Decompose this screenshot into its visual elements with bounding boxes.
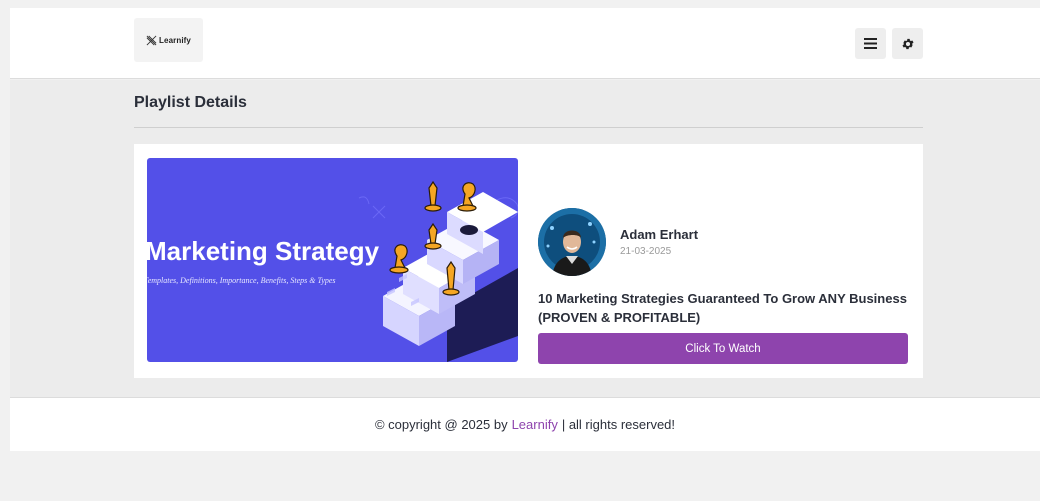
page-title: Playlist Details	[134, 94, 247, 111]
thumbnail-title: Marketing Strategy	[147, 236, 380, 266]
logo[interactable]: Learnify	[134, 18, 203, 62]
site-header: Learnify	[10, 8, 1040, 79]
author-portrait	[538, 208, 606, 276]
title-divider	[134, 127, 923, 128]
video-title: 10 Marketing Strategies Guaranteed To Gr…	[538, 291, 907, 325]
logo-text: Learnify	[159, 35, 191, 45]
thumbnail-subtitle: Templates, Definitions, Importance, Bene…	[147, 276, 336, 285]
copyright-prefix: © copyright @ 2025 by	[374, 417, 508, 432]
playlist-thumbnail[interactable]: Marketing Strategy Templates, Definition…	[147, 158, 518, 362]
playlist-card: Marketing Strategy Templates, Definition…	[134, 144, 923, 378]
copyright-suffix: | all rights reserved!	[561, 417, 676, 432]
site-footer: © copyright @ 2025 by Learnify | all rig…	[10, 397, 1040, 451]
bottom-strip	[10, 451, 1040, 501]
top-strip	[0, 0, 1040, 8]
avatar[interactable]	[538, 208, 606, 276]
watch-button[interactable]: Click To Watch	[538, 333, 908, 364]
settings-button[interactable]	[892, 28, 923, 59]
footer-brand-link[interactable]: Learnify	[512, 417, 558, 432]
gear-icon	[901, 38, 914, 49]
main-content: Playlist Details Marketing Strategy Temp…	[10, 80, 1040, 397]
logo-icon	[146, 35, 157, 45]
playlist-date: 21-03-2025	[620, 246, 672, 257]
hamburger-icon	[864, 38, 877, 49]
author-name: Adam Erhart	[620, 227, 699, 242]
menu-button[interactable]	[855, 28, 886, 59]
